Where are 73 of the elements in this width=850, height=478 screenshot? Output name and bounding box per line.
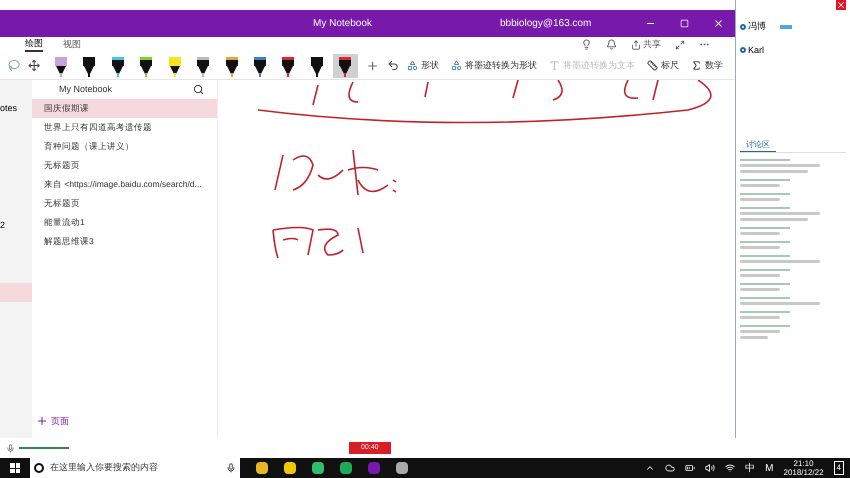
blurred-text-line: [740, 246, 780, 249]
maximize-icon: [680, 19, 688, 28]
windows-icon[interactable]: [10, 463, 20, 473]
add-pen-icon[interactable]: [366, 58, 379, 72]
expand-icon[interactable]: [675, 40, 685, 50]
app-icon[interactable]: [256, 462, 268, 474]
tool-button[interactable]: 数学: [687, 58, 728, 72]
share-button[interactable]: 共享: [631, 38, 661, 52]
lasso-icon[interactable]: [8, 59, 20, 72]
notification-count[interactable]: 4: [834, 461, 844, 475]
blurred-text-line: [740, 330, 780, 333]
app-icon[interactable]: [396, 462, 408, 474]
shapes-icon: [451, 60, 462, 71]
chat-tab[interactable]: 讨论区: [740, 139, 776, 152]
page-item[interactable]: 解题思维课3: [32, 232, 217, 251]
page-item[interactable]: 无标题页: [32, 156, 217, 175]
app-icon[interactable]: [312, 462, 324, 474]
app-icon[interactable]: [340, 462, 352, 474]
text-icon: [549, 60, 560, 71]
shapes-icon: [407, 60, 418, 71]
ime-indicator[interactable]: 中: [745, 460, 756, 476]
ime-mode[interactable]: M: [765, 460, 774, 476]
search-icon[interactable]: [193, 84, 204, 95]
tool-button[interactable]: 形状: [403, 58, 444, 72]
member-name: Karl: [748, 44, 764, 56]
add-page-button[interactable]: 页面: [36, 414, 217, 428]
section-item[interactable]: otes: [0, 99, 32, 118]
page-item[interactable]: 来自 <https://image.baidu.com/search/d...: [32, 175, 217, 194]
ribbon-tab[interactable]: 绘图: [25, 36, 43, 52]
window-title: My Notebook: [313, 17, 372, 31]
tool-button[interactable]: 将墨迹转换为形状: [447, 58, 542, 72]
page-item[interactable]: 无标题页: [32, 194, 217, 213]
plus-icon: [36, 415, 48, 428]
move-icon[interactable]: [28, 59, 40, 72]
pen-tool[interactable]: [333, 54, 358, 78]
blurred-text-line: [740, 232, 780, 235]
clock[interactable]: 21:10 2018/12/22: [784, 459, 824, 477]
page-item[interactable]: 育种问题（课上讲义）: [32, 137, 217, 156]
page-item[interactable]: 国庆假期课: [32, 99, 217, 118]
battery-icon[interactable]: [685, 463, 696, 473]
section-item[interactable]: 2: [0, 216, 32, 235]
blurred-text-line: [740, 288, 780, 291]
share-icon: [631, 40, 641, 50]
notebook-name: My Notebook: [59, 82, 112, 96]
blurred-text-line: [740, 170, 808, 173]
page-item[interactable]: 能量流动1: [32, 213, 217, 232]
headset-icon: [740, 24, 746, 30]
account-name: bbbiology@163.com: [500, 17, 592, 31]
member-name: 冯博: [748, 20, 766, 33]
mic-icon[interactable]: [6, 444, 15, 452]
close-icon: [712, 18, 724, 29]
blurred-text-line: [740, 218, 808, 221]
ruler-icon: [647, 60, 658, 71]
wifi-icon[interactable]: [725, 463, 736, 473]
tool-button[interactable]: 标尺: [643, 58, 684, 72]
blurred-text-line: [740, 198, 780, 201]
math-icon: [691, 60, 702, 71]
blurred-text-line: [740, 336, 768, 339]
ribbon-tab[interactable]: 视图: [63, 38, 81, 52]
idea-icon[interactable]: [581, 39, 592, 50]
blurred-text-line: [740, 274, 780, 277]
cloud-icon[interactable]: [665, 463, 676, 473]
app-icon[interactable]: [284, 462, 296, 474]
blurred-text-line: [740, 184, 780, 187]
close-icon[interactable]: [836, 0, 846, 10]
headset-icon: [740, 47, 746, 54]
replay-icon[interactable]: [386, 59, 400, 72]
page-item[interactable]: 世界上只有四道高考遗传题: [32, 118, 217, 137]
mic-icon[interactable]: [226, 463, 236, 473]
bell-icon[interactable]: [606, 39, 617, 50]
taskbar-search-field[interactable]: 在这里输入你要搜索的内容: [30, 458, 240, 478]
blurred-text-line: [740, 316, 780, 319]
volume-icon[interactable]: [705, 463, 716, 473]
